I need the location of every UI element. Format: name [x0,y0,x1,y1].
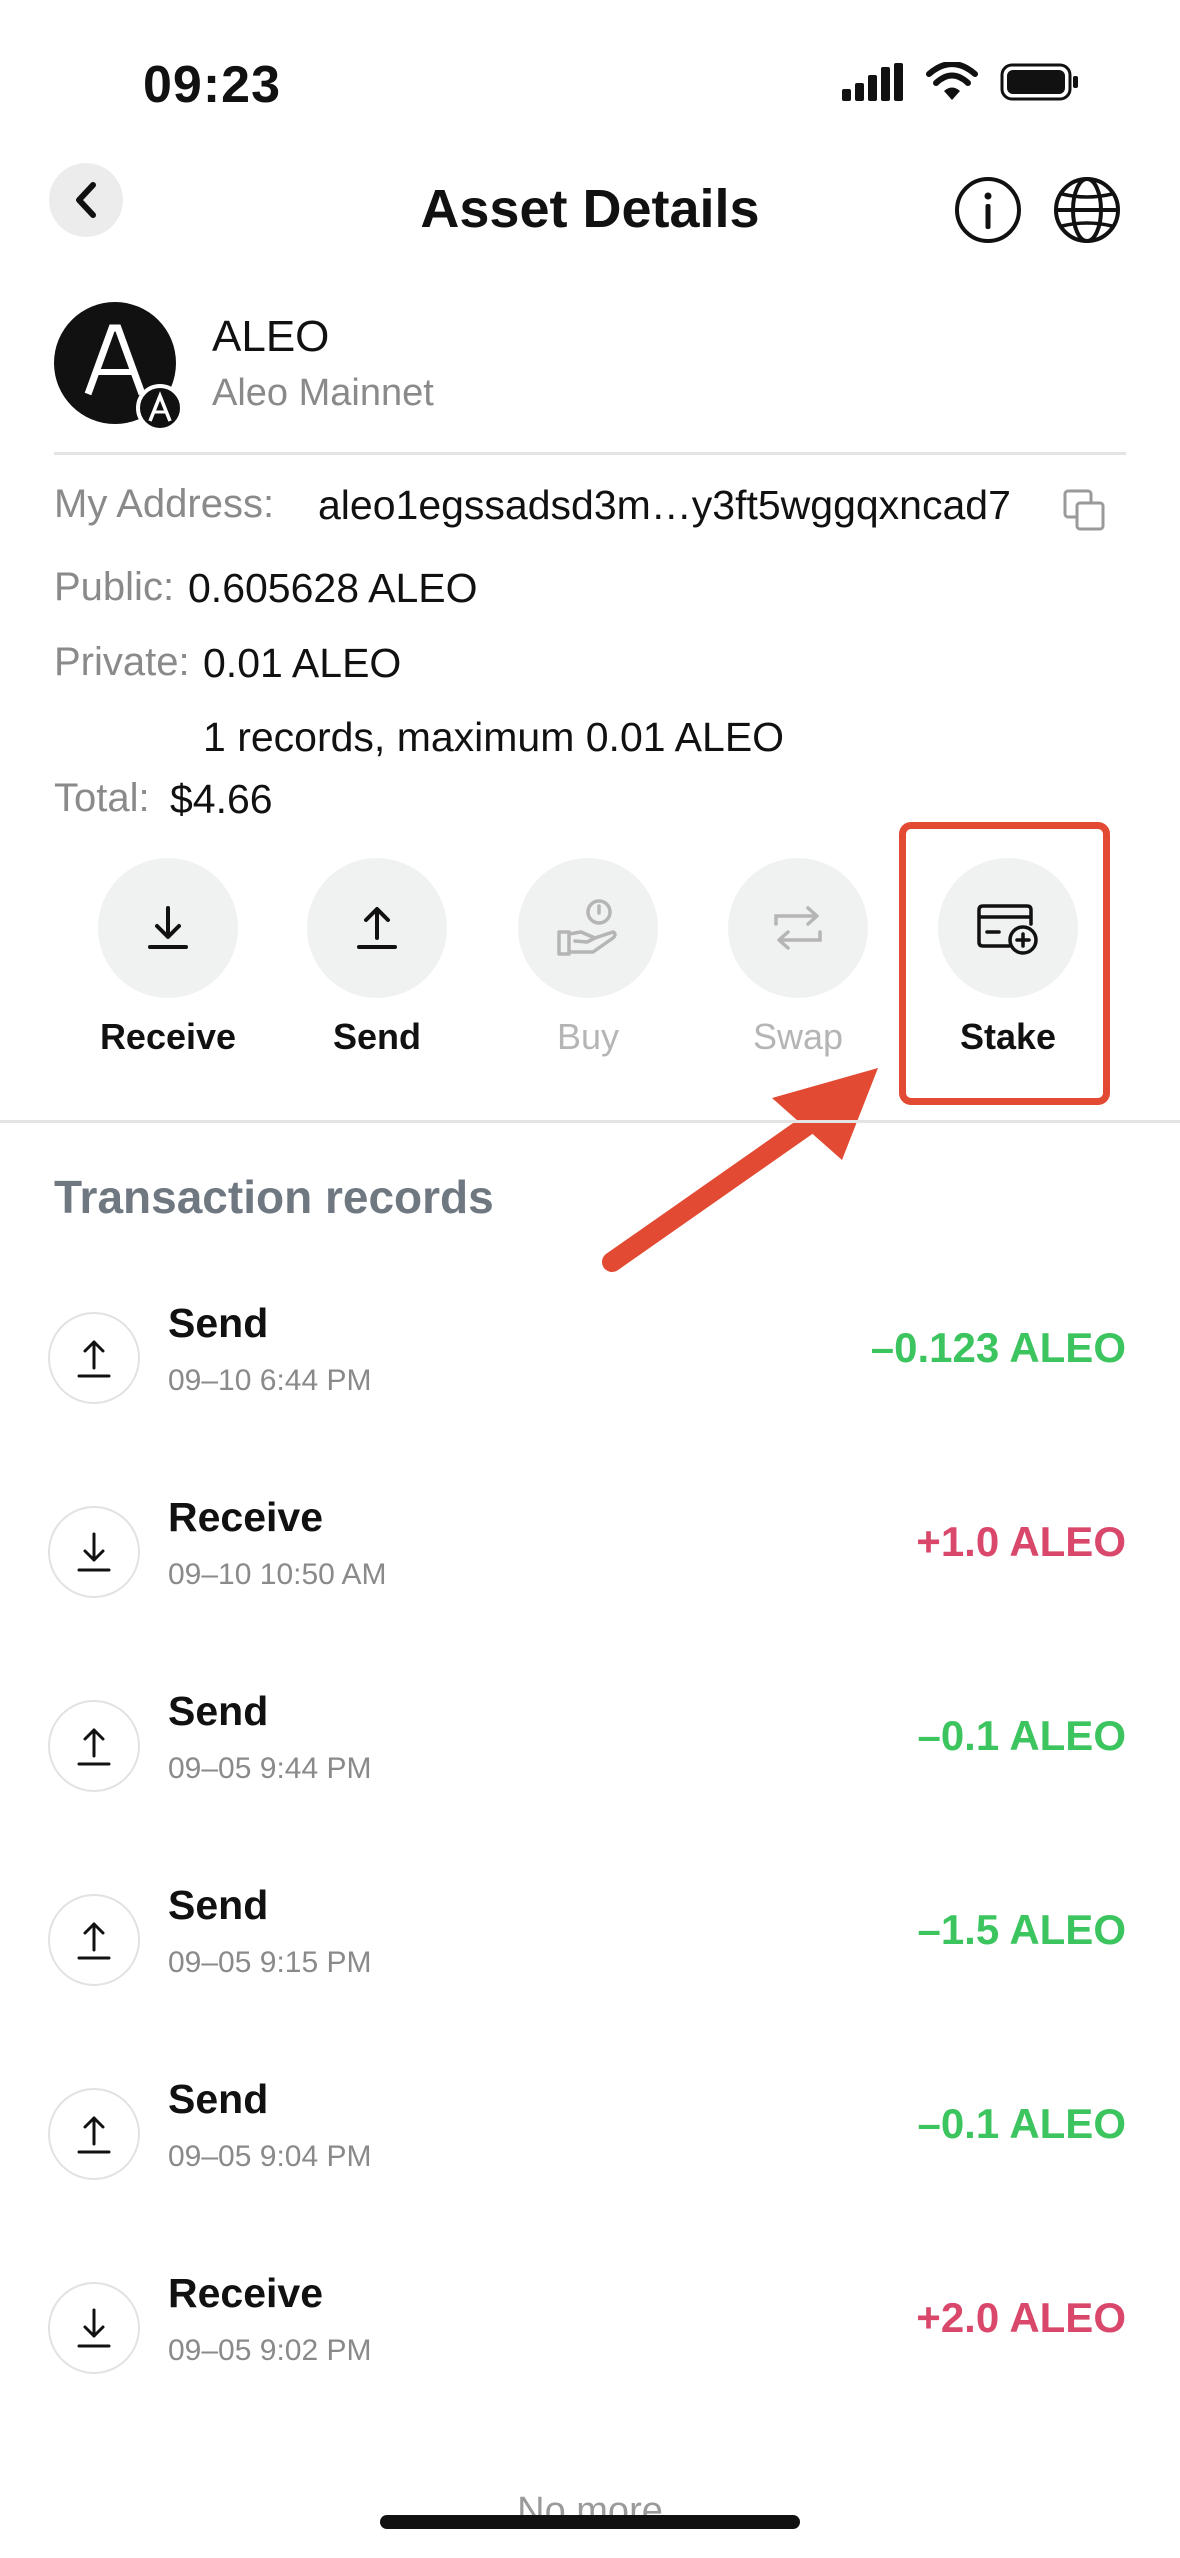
tx-send-icon [48,1894,140,1986]
section-divider [0,1120,1180,1123]
tx-type: Send [168,1882,269,1928]
tx-time: 09–10 6:44 PM [168,1364,372,1397]
transaction-row[interactable]: Receive 09–05 9:02 PM +2.0 ALEO [0,2242,1180,2436]
network-badge [136,384,184,432]
buy-button[interactable]: Buy [503,858,673,1068]
tx-time: 09–05 9:02 PM [168,2334,372,2367]
divider [54,452,1126,455]
tx-type: Send [168,1688,269,1734]
total-label: Total: [54,776,150,820]
info-icon[interactable] [953,175,1023,245]
buy-hand-icon [557,899,617,956]
tx-amount: +1.0 ALEO [916,1518,1126,1565]
transaction-row[interactable]: Send 09–10 6:44 PM –0.123 ALEO [0,1272,1180,1466]
globe-icon[interactable] [1052,175,1122,245]
swap-button[interactable]: Swap [713,858,883,1068]
buy-circle [518,858,658,998]
send-circle [307,858,447,998]
address-value[interactable]: aleo1egssadsd3m…y3ft5wggqxncad7 [318,482,1011,529]
cellular-signal-icon [842,63,903,101]
public-label: Public: [54,565,175,609]
tx-receive-icon [48,2282,140,2374]
download-icon [77,2308,111,2348]
tx-receive-icon [48,1506,140,1598]
transaction-row[interactable]: Send 09–05 9:04 PM –0.1 ALEO [0,2048,1180,2242]
tx-send-icon [48,1312,140,1404]
tx-time: 09–05 9:44 PM [168,1752,372,1785]
send-label: Send [332,1016,421,1057]
upload-icon [77,1922,111,1960]
tx-time: 09–05 9:04 PM [168,2140,372,2173]
public-value: 0.605628 ALEO [188,565,478,611]
tx-amount: +2.0 ALEO [916,2294,1126,2341]
transaction-row[interactable]: Send 09–05 9:15 PM –1.5 ALEO [0,1854,1180,2048]
private-label: Private: [54,640,190,684]
swap-label: Swap [752,1016,844,1057]
transaction-records-title: Transaction records [54,1171,494,1223]
token-network: Aleo Mainnet [212,372,434,414]
tx-type: Receive [168,1494,324,1540]
status-time: 09:23 [143,56,281,114]
tx-type: Send [168,2076,269,2122]
tx-type: Send [168,1300,269,1346]
receive-label: Receive [99,1016,237,1057]
total-value: $4.66 [170,776,273,822]
status-icons [842,62,1080,102]
upload-icon [357,907,397,949]
wifi-icon [926,62,978,100]
tx-send-icon [48,1700,140,1792]
upload-icon [77,1728,111,1766]
buy-label: Buy [556,1016,620,1057]
transaction-row[interactable]: Receive 09–10 10:50 AM +1.0 ALEO [0,1466,1180,1660]
stake-highlight-box [899,822,1110,1105]
home-indicator [380,2515,800,2529]
tx-amount: –0.1 ALEO [917,1712,1126,1759]
tx-type: Receive [168,2270,324,2316]
copy-icon[interactable] [1062,488,1106,532]
tx-time: 09–05 9:15 PM [168,1946,372,1979]
swap-icon [774,906,822,950]
token-name: ALEO [212,312,330,361]
receive-button[interactable]: Receive [83,858,253,1068]
upload-icon [77,2116,111,2154]
download-icon [148,906,188,949]
upload-icon [77,1340,111,1378]
tx-amount: –1.5 ALEO [917,1906,1126,1953]
download-icon [77,1532,111,1572]
tx-amount: –0.123 ALEO [870,1324,1126,1371]
swap-circle [728,858,868,998]
send-button[interactable]: Send [292,858,462,1068]
tx-amount: –0.1 ALEO [917,2100,1126,2147]
tx-send-icon [48,2088,140,2180]
receive-circle [98,858,238,998]
private-value: 0.01 ALEO [203,640,402,686]
tx-time: 09–10 10:50 AM [168,1558,387,1591]
aleo-badge-icon [148,391,172,422]
address-label: My Address: [54,482,275,526]
transaction-row[interactable]: Send 09–05 9:44 PM –0.1 ALEO [0,1660,1180,1854]
records-note: 1 records, maximum 0.01 ALEO [203,714,785,760]
battery-icon [1000,63,1078,101]
